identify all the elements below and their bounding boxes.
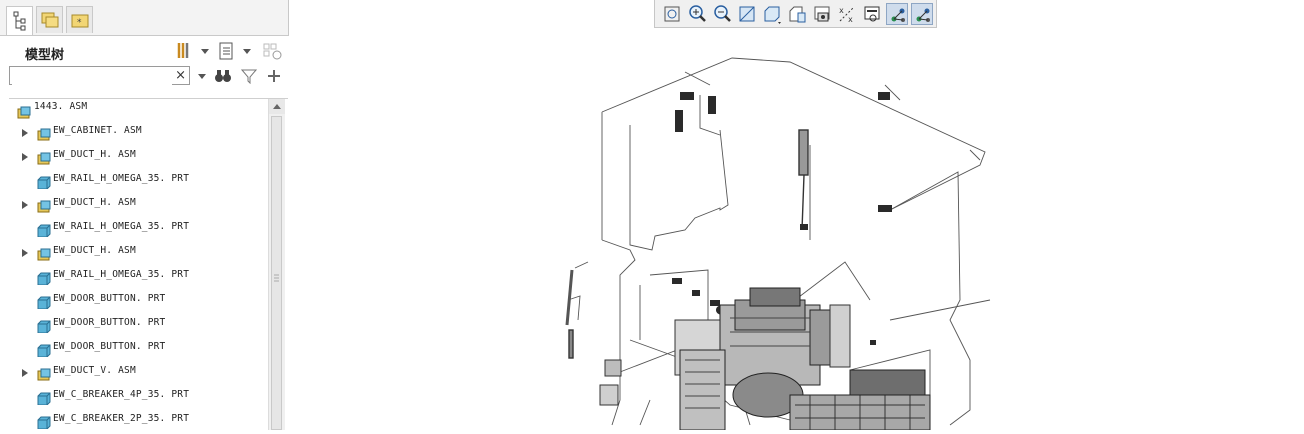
assembly-icon [17,106,31,119]
tree-item[interactable]: EW_DOOR_BUTTON. PRT [9,313,267,337]
show-settings-icon[interactable] [217,40,237,62]
tree-item-label: EW_DUCT_H. ASM [53,149,136,160]
tab-favorites[interactable]: * [66,6,93,33]
tree-item[interactable]: EW_C_BREAKER_4P_35. PRT [9,385,267,409]
graphics-window[interactable] [290,0,1304,431]
scrollbar-thumb[interactable] [271,116,282,430]
tree-item[interactable]: EW_DOOR_BUTTON. PRT [9,337,267,361]
tree-item-label: EW_RAIL_H_OMEGA_35. PRT [53,269,190,280]
tree-item-label: EW_RAIL_H_OMEGA_35. PRT [53,221,190,232]
tree-item-label: EW_DUCT_H. ASM [53,245,136,256]
expand-arrow-icon[interactable] [22,129,28,137]
tools-dropdown-icon[interactable] [201,49,209,54]
expand-arrow-icon[interactable] [22,153,28,161]
assembly-icon [37,200,51,213]
settings-dropdown-icon[interactable] [243,49,251,54]
add-column-icon[interactable] [267,69,281,83]
tree-item-label: 1443. ASM [34,101,88,112]
model-tree-panel: 模型树 × 1443. ASM EW_CABINET. ASM EW_DUCT_… [0,35,289,431]
assembly-icon [37,152,51,165]
model-tree-icon [13,11,26,31]
tree-item[interactable]: EW_DUCT_H. ASM [9,241,267,265]
find-binoculars-icon[interactable] [214,68,232,84]
tree-item[interactable]: EW_DUCT_V. ASM [9,361,267,385]
tree-item[interactable]: EW_RAIL_H_OMEGA_35. PRT [9,217,267,241]
part-icon [37,416,51,429]
scroll-up-button[interactable] [269,99,285,114]
tree-item-label: EW_DUCT_V. ASM [53,365,136,376]
tree-item-label: EW_DOOR_BUTTON. PRT [53,317,166,328]
part-icon [37,224,51,237]
assembly-icon [37,248,51,261]
grip-icon [274,274,279,282]
search-box: × [9,66,190,86]
clear-search-icon[interactable]: × [175,67,186,84]
tree-filter-disabled-icon[interactable] [262,40,284,62]
tree-item-label: EW_DOOR_BUTTON. PRT [53,341,166,352]
tree-item-label: EW_C_BREAKER_2P_35. PRT [53,413,190,424]
part-icon [37,176,51,189]
tree-item[interactable]: EW_DUCT_H. ASM [9,193,267,217]
scroll-up-arrow-icon [273,104,281,109]
navigator-tabs: * [0,0,289,37]
tree-root-item[interactable]: 1443. ASM [9,99,267,123]
tab-folder-browser[interactable] [36,6,63,33]
breaker-assembly-block [599,287,931,431]
tree-item[interactable]: EW_C_BREAKER_2P_35. PRT [9,409,267,433]
folders-icon [41,12,59,28]
tree-item[interactable]: EW_RAIL_H_OMEGA_35. PRT [9,169,267,193]
search-dropdown-icon[interactable] [198,74,206,79]
favorites-folder-icon: * [71,14,89,28]
tab-model-tree[interactable] [6,6,33,37]
tree-item[interactable]: EW_DUCT_H. ASM [9,145,267,169]
tree-item[interactable]: EW_CABINET. ASM [9,121,267,145]
svg-text:*: * [77,18,82,28]
expand-arrow-icon[interactable] [22,369,28,377]
part-icon [37,392,51,405]
tree-scrollbar[interactable] [268,99,285,430]
tree-item[interactable]: EW_RAIL_H_OMEGA_35. PRT [9,265,267,289]
expand-arrow-icon[interactable] [22,201,28,209]
tools-icon[interactable] [174,40,194,62]
part-icon [37,344,51,357]
tree-item-label: EW_C_BREAKER_4P_35. PRT [53,389,190,400]
search-input[interactable] [12,71,172,86]
tree-item-label: EW_DOOR_BUTTON. PRT [53,293,166,304]
expand-arrow-icon[interactable] [22,249,28,257]
assembly-icon [37,128,51,141]
part-icon [37,320,51,333]
filter-icon[interactable] [241,68,257,84]
model-tree: 1443. ASM EW_CABINET. ASM EW_DUCT_H. ASM EW… [9,98,288,432]
tree-item-label: EW_DUCT_H. ASM [53,197,136,208]
part-icon [37,272,51,285]
tree-item[interactable]: EW_DOOR_BUTTON. PRT [9,289,267,313]
assembly-icon [37,368,51,381]
model-tree-title: 模型树 [25,48,65,63]
cad-assembly-drawing [565,57,991,431]
tree-item-label: EW_RAIL_H_OMEGA_35. PRT [53,173,190,184]
tree-item-label: EW_CABINET. ASM [53,125,142,136]
model-tree-pane: * 模型树 × 1443. ASM EW_CABINET. ASM EW_DUC… [0,0,289,431]
part-icon [37,296,51,309]
